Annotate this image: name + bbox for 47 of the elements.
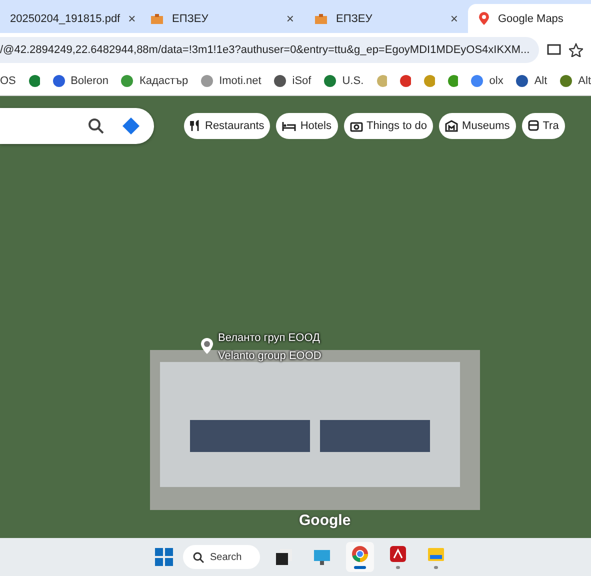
category-chip[interactable]: Hotels	[276, 113, 338, 139]
monitor-icon	[313, 548, 331, 566]
category-chip[interactable]: Tra	[522, 113, 565, 139]
map-logo: Google	[299, 512, 351, 529]
train-icon	[528, 120, 539, 132]
bookmark[interactable]: iSof	[273, 74, 312, 88]
close-icon[interactable]: ×	[286, 11, 294, 26]
bookmark[interactable]: U.S.	[323, 74, 364, 88]
task-view-icon	[275, 548, 293, 566]
bed-icon	[282, 120, 296, 132]
category-chip[interactable]: Things to do	[344, 113, 434, 139]
close-icon[interactable]: ×	[128, 11, 136, 26]
place-pin-icon[interactable]	[200, 337, 214, 355]
address-bar[interactable]: /@42.2894249,22.6482944,88m/data=!3m1!1e3?authuser=0&entry=ttu&g_ep=EgoyMDI1MDEyOS4xIKXM...	[0, 36, 539, 62]
place-label[interactable]: Веланто груп ЕООД	[218, 332, 320, 344]
camera-icon	[350, 120, 362, 132]
chrome-icon	[351, 545, 369, 563]
taskbar-search[interactable]: Search	[183, 545, 260, 569]
museum-icon	[445, 120, 458, 132]
satellite-map[interactable]: Restaurants Hotels Things to do Museums Tra Веланто груп ЕООД Velanto group EOOD Google	[0, 96, 591, 538]
bookmark[interactable]: Alt	[515, 74, 548, 88]
category-chip[interactable]: Museums	[439, 113, 516, 139]
category-chip[interactable]: Restaurants	[184, 113, 270, 139]
taskbar-app[interactable]	[346, 542, 374, 572]
browser-tab[interactable]: ЕПЗЕУ ×	[304, 4, 468, 33]
browser-tab[interactable]: Google Maps	[468, 4, 591, 33]
bookmark[interactable]: Boleron	[52, 74, 108, 88]
close-icon[interactable]: ×	[450, 11, 458, 26]
bookmark[interactable]: Imoti.net	[200, 74, 262, 88]
bookmark[interactable]: Кадастър	[120, 74, 188, 88]
star-icon[interactable]	[569, 42, 583, 56]
search-field[interactable]	[0, 108, 154, 144]
briefcase-icon	[314, 12, 328, 24]
map-pin-icon	[478, 11, 490, 26]
bookmark[interactable]: Alt	[559, 74, 591, 88]
fork-knife-icon	[190, 120, 201, 132]
windows-start-icon[interactable]	[155, 548, 173, 566]
folder-icon	[427, 545, 445, 563]
browser-tab[interactable]: 20250204_191815.pdf ×	[0, 4, 140, 33]
search-icon	[193, 552, 204, 562]
briefcase-icon	[150, 12, 164, 24]
pdf-reader-icon	[389, 545, 407, 563]
bookmark[interactable]: OS	[0, 74, 16, 86]
search-icon[interactable]	[88, 118, 104, 134]
install-icon[interactable]	[547, 42, 561, 56]
bookmark[interactable]: olx	[470, 74, 504, 88]
browser-tab[interactable]: ЕПЗЕУ ×	[140, 4, 304, 33]
